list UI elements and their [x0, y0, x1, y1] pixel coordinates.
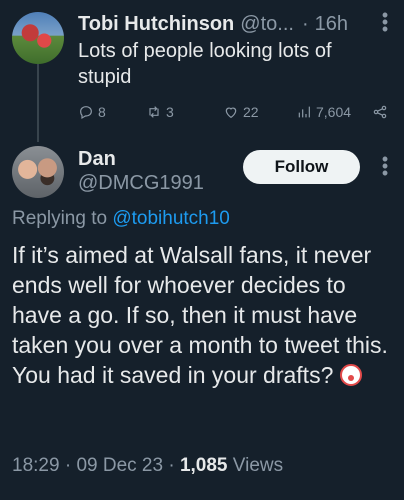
- reply-more-icon[interactable]: • • •: [376, 150, 394, 182]
- share-icon: [373, 105, 387, 119]
- follow-button[interactable]: Follow: [243, 150, 360, 184]
- replying-to-mention-link[interactable]: @tobihutch10: [112, 208, 230, 229]
- parent-tweet-text: Lots of people looking lots of stupid: [78, 40, 332, 88]
- like-button[interactable]: 22: [223, 104, 259, 120]
- share-button[interactable]: [372, 104, 388, 120]
- reply-avatar[interactable]: [12, 146, 64, 198]
- parent-action-bar: 8 3 22 7,604: [78, 100, 390, 124]
- clown-face-emoji-icon: [339, 364, 362, 386]
- thread-connector-line: [37, 64, 39, 142]
- retweet-button[interactable]: 3: [146, 104, 174, 120]
- retweet-icon: [149, 106, 159, 118]
- parent-author-name[interactable]: Tobi Hutchinson: [78, 13, 234, 36]
- tweet-time[interactable]: 18:29: [12, 455, 60, 476]
- reply-icon: [80, 106, 92, 120]
- reply-button[interactable]: 8: [78, 104, 106, 120]
- replying-to-line: Replying to @tobihutch10: [12, 208, 230, 230]
- parent-header: Tobi Hutchinson @to... · 16h: [78, 10, 394, 38]
- reply-tweet-text: If it’s aimed at Walsall fans, it never …: [12, 240, 394, 390]
- reply-author-handle[interactable]: @DMCG1991: [78, 172, 204, 195]
- views-button[interactable]: 7,604: [296, 104, 351, 120]
- replying-to-prefix: Replying to: [12, 208, 113, 229]
- views-chart-icon: [298, 106, 310, 118]
- tweet-thread: Tobi Hutchinson @to... · 16h • • • Lots of…: [0, 0, 404, 500]
- parent-avatar[interactable]: [12, 12, 64, 64]
- parent-author-handle[interactable]: @to...: [240, 13, 294, 36]
- parent-timestamp[interactable]: 16h: [315, 13, 348, 36]
- date-separator: ·: [59, 455, 77, 476]
- views-separator: ·: [163, 455, 180, 476]
- retweet-count: 3: [166, 104, 174, 120]
- tweet-meta-line: 18:29 · 09 Dec 23 · 1,085 Views: [12, 455, 283, 477]
- heart-icon: [225, 107, 237, 119]
- parent-time-separator: ·: [301, 12, 309, 35]
- parent-more-icon[interactable]: • • •: [376, 6, 394, 38]
- tweet-views-count[interactable]: 1,085: [180, 455, 228, 476]
- reply-count: 8: [98, 104, 106, 120]
- reply-author-name[interactable]: Dan: [78, 148, 116, 171]
- views-count: 7,604: [316, 104, 352, 120]
- like-count: 22: [243, 104, 259, 120]
- reply-tweet-body: If it’s aimed at Walsall fans, it never …: [12, 242, 388, 388]
- tweet-date[interactable]: 09 Dec 23: [76, 455, 163, 476]
- tweet-views-label: Views: [227, 455, 284, 476]
